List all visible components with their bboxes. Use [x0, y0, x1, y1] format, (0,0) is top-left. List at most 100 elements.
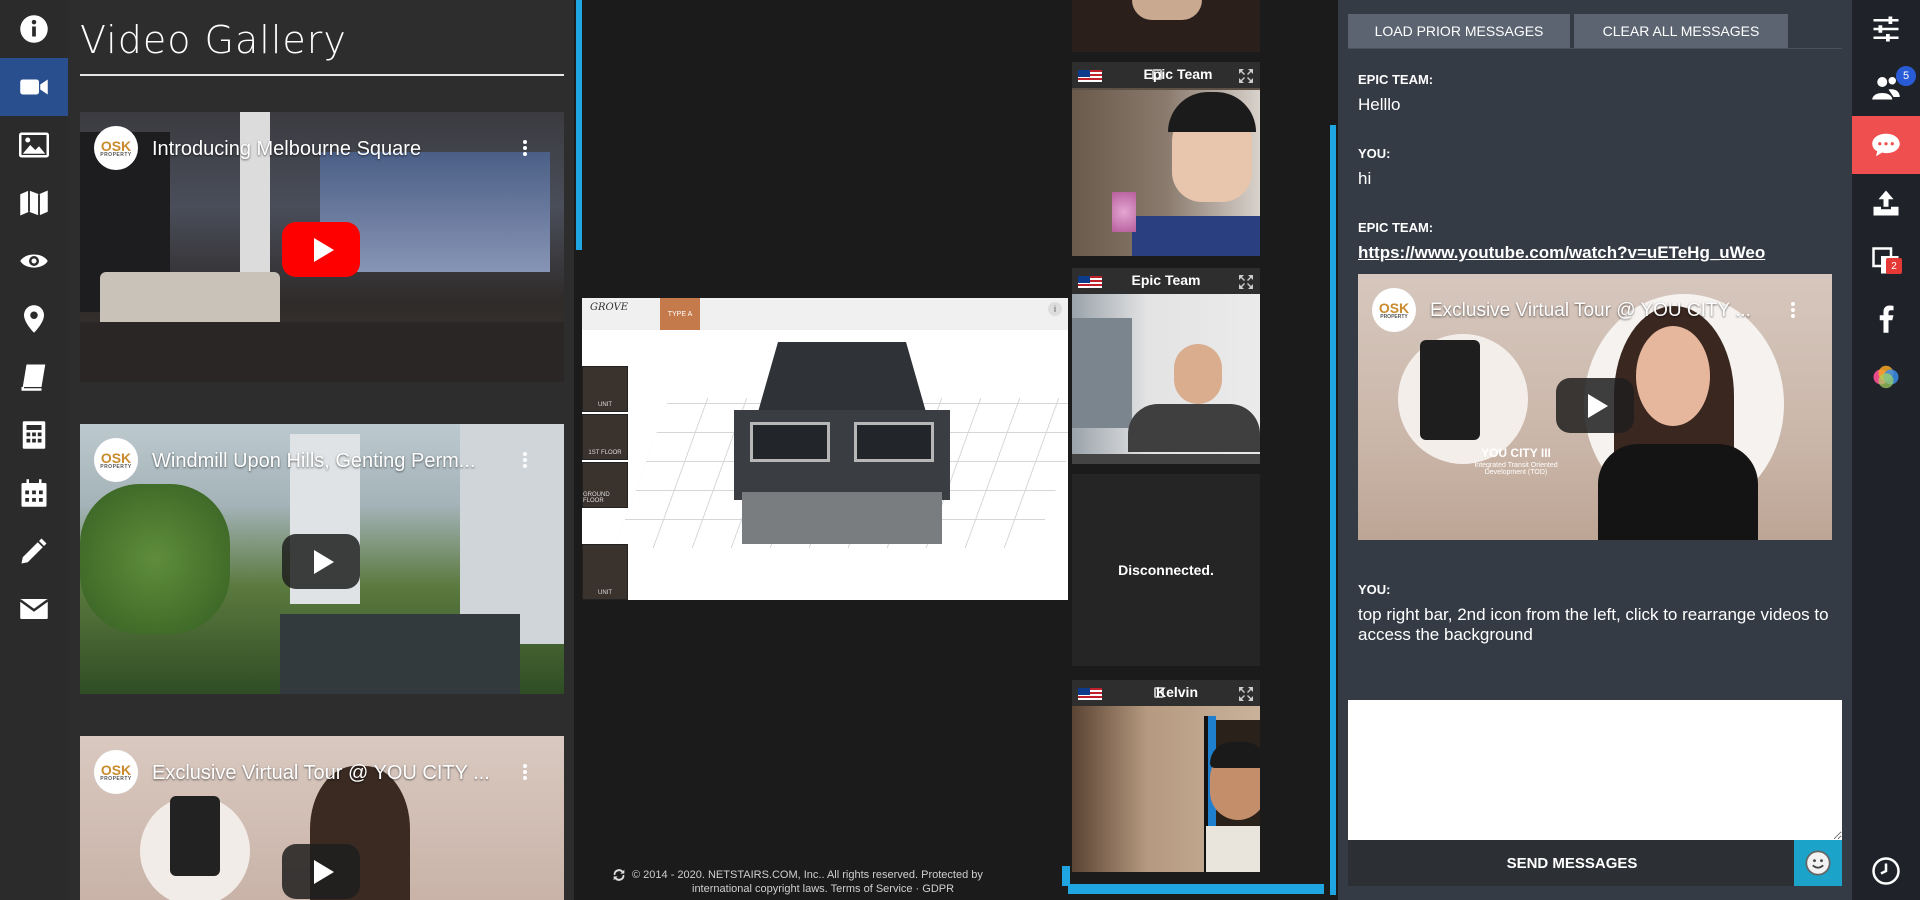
emoji-button[interactable]	[1794, 840, 1842, 886]
calendar-icon[interactable]	[0, 464, 68, 522]
upload-icon[interactable]	[1852, 174, 1920, 232]
facebook-icon[interactable]	[1852, 290, 1920, 348]
video-tile-disconnected[interactable]: Disconnected.	[1072, 474, 1260, 666]
video-tile-epic-team-1[interactable]: Epic Team	[1072, 62, 1260, 256]
gallery-scrollbar[interactable]	[576, 0, 582, 250]
video-thumbnail-melbourne[interactable]: OSK PROPERTY Introducing Melbourne Square	[80, 112, 564, 382]
participant-shirt	[1206, 826, 1260, 872]
color-circles-icon[interactable]	[1852, 348, 1920, 406]
message-sender: EPIC TEAM:	[1358, 220, 1434, 235]
house-base	[742, 492, 942, 544]
more-options-icon[interactable]	[522, 762, 528, 784]
info-small-icon[interactable]: i	[1048, 302, 1062, 316]
chat-divider	[1348, 48, 1842, 49]
tiles-bottom-marker	[1062, 866, 1070, 886]
clear-all-messages-button[interactable]: CLEAR ALL MESSAGES	[1574, 14, 1788, 48]
message-text: hi	[1358, 169, 1372, 188]
video-title: Introducing Melbourne Square	[152, 138, 422, 160]
house-roof	[758, 342, 926, 412]
load-prior-messages-button[interactable]: LOAD PRIOR MESSAGES	[1348, 14, 1570, 48]
expand-icon[interactable]	[1238, 686, 1254, 702]
participant-name: Epic Team	[1131, 272, 1201, 288]
more-options-icon[interactable]	[522, 138, 528, 160]
tiles-scrollbar[interactable]	[1330, 125, 1336, 895]
chat-icon[interactable]	[1852, 116, 1920, 174]
play-button[interactable]	[1556, 378, 1634, 433]
info-icon[interactable]	[0, 0, 68, 58]
play-button[interactable]	[282, 534, 360, 589]
tile-bottom	[1072, 454, 1260, 464]
expand-icon[interactable]	[1238, 68, 1254, 84]
video-icon[interactable]	[0, 58, 68, 116]
more-options-icon[interactable]	[522, 450, 528, 472]
floor-button-first[interactable]: 1ST FLOOR	[582, 414, 628, 460]
participant-name: Kelvin	[1155, 684, 1198, 700]
calculator-icon[interactable]	[0, 406, 68, 464]
embed-caption-sub: Integrated Transit Oriented Development …	[1474, 462, 1558, 476]
participant-face	[1174, 344, 1222, 404]
envelope-icon[interactable]	[0, 580, 68, 638]
send-messages-button[interactable]: SEND MESSAGES	[1348, 840, 1796, 886]
image-icon[interactable]	[0, 116, 68, 174]
floor-button-unit[interactable]: UNIT	[582, 366, 628, 412]
location-pin-icon[interactable]	[0, 290, 68, 348]
video-thumbnail-windmill[interactable]: OSK PROPERTY Windmill Upon Hills, Genting…	[80, 424, 564, 694]
chat-message-input[interactable]	[1348, 700, 1842, 840]
video-tile-kelvin[interactable]: Kelvin	[1072, 680, 1260, 872]
message-sender: YOU:	[1358, 146, 1391, 161]
message-link[interactable]: https://www.youtube.com/watch?v=uETeHg_u…	[1358, 243, 1765, 263]
footer-line-2[interactable]: international copyright laws. Terms of S…	[612, 882, 1052, 896]
type-tag[interactable]: TYPE A	[660, 298, 700, 330]
sliders-icon[interactable]	[1852, 0, 1920, 58]
pencil-icon[interactable]	[0, 522, 68, 580]
video-thumbnail-you-city[interactable]: OSK PROPERTY Exclusive Virtual Tour @ YOU…	[80, 736, 564, 900]
trees	[80, 484, 230, 634]
video-title: Windmill Upon Hills, Genting Perm...	[152, 450, 476, 472]
disconnected-status: Disconnected.	[1118, 562, 1214, 578]
house-window	[750, 422, 830, 462]
participant-name: Epic Team	[1143, 66, 1213, 82]
phone-prop	[170, 796, 220, 876]
virtual-tour-stage[interactable]: GROVE TYPE A i UNIT 1ST FLOOR GROUND FLO…	[582, 298, 1068, 600]
brand-logo: GROVE	[590, 302, 629, 313]
smiley-icon	[1805, 850, 1831, 876]
chat-embedded-video[interactable]: YOU CITY III Integrated Transit Oriented…	[1358, 274, 1832, 540]
building	[460, 424, 564, 644]
flowers	[1112, 192, 1136, 232]
osk-logo: OSK PROPERTY	[94, 438, 138, 482]
video-gallery-panel: Video Gallery OSK PROPERTY Introducing Me…	[68, 0, 574, 900]
message-text: Helllo	[1358, 95, 1401, 114]
right-sidebar: 5 2	[1852, 0, 1920, 900]
house-window	[854, 422, 934, 462]
video-title: Exclusive Virtual Tour @ YOU CITY ...	[152, 762, 490, 784]
floor	[80, 322, 564, 382]
message-text: top right bar, 2nd icon from the left, c…	[1358, 605, 1829, 644]
gallery-title: Video Gallery	[80, 18, 347, 62]
participant-hair	[1210, 742, 1260, 768]
map-icon[interactable]	[0, 174, 68, 232]
expand-icon[interactable]	[1238, 274, 1254, 290]
copy-count-badge: 2	[1886, 258, 1902, 274]
floor-button-ground[interactable]: GROUND FLOOR	[582, 462, 628, 508]
embed-title: Exclusive Virtual Tour @ YOU CITY ...	[1430, 300, 1751, 321]
floor-selector: UNIT 1ST FLOOR GROUND FLOOR UNIT	[582, 366, 628, 600]
users-icon[interactable]: 5	[1852, 58, 1920, 116]
more-options-icon[interactable]	[1790, 300, 1796, 322]
book-icon[interactable]	[0, 348, 68, 406]
floor-button-unit-plan[interactable]: UNIT	[582, 544, 628, 600]
tiles-bottom-bar	[1068, 884, 1324, 894]
person-shirt	[1598, 444, 1758, 540]
office-shelf	[1072, 318, 1132, 428]
play-button[interactable]	[282, 844, 360, 899]
participant-shirt	[1132, 216, 1260, 256]
video-tile-top[interactable]	[1072, 0, 1260, 52]
clock-icon[interactable]	[1852, 842, 1920, 900]
participant-chin	[1132, 0, 1202, 20]
play-button[interactable]	[282, 222, 360, 277]
video-tile-epic-team-2[interactable]: Epic Team	[1072, 268, 1260, 464]
osk-logo: OSK PROPERTY	[94, 126, 138, 170]
phone-prop	[1420, 340, 1480, 440]
eye-icon[interactable]	[0, 232, 68, 290]
message-sender: YOU:	[1358, 582, 1391, 597]
copy-icon[interactable]: 2	[1852, 232, 1920, 290]
